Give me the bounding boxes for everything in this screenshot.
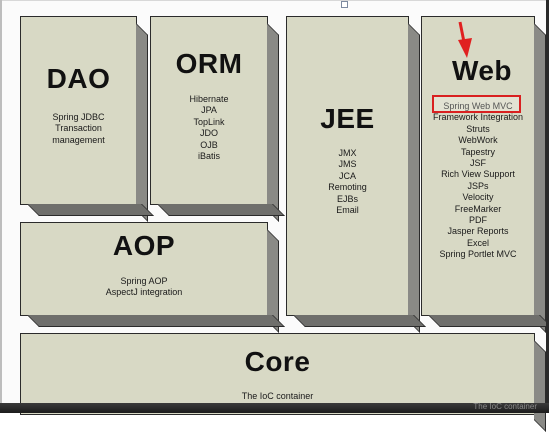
core-items: The IoC container [21,391,534,402]
web-item: Rich View Support [441,169,515,180]
jee-title: JEE [320,103,375,134]
web-item: WebWork [458,135,498,146]
web-item: Spring Portlet MVC [439,249,517,260]
web-item: Velocity [462,192,494,203]
aop-module: AOP Spring AOP AspectJ integration [20,222,285,333]
orm-item: iBatis [197,151,220,162]
dao-module: DAO Spring JDBC Transaction management [20,16,154,222]
orm-module-bottom [157,204,285,216]
highlight-box [432,95,521,113]
web-item: FreeMarker [454,203,502,214]
dao-item: management [52,134,105,145]
web-items: Spring Web MVC Framework Integration Str… [422,101,534,261]
aop-module-bottom [27,315,285,327]
jee-item: JMS [338,159,357,170]
jee-module-side [408,23,420,333]
aop-item: Spring AOP [120,276,168,286]
web-item: JSPs [467,180,489,191]
dao-items: Spring JDBC Transaction management [21,112,136,146]
core-title: Core [244,346,311,377]
jee-item: Email [336,205,359,216]
web-module-bottom [428,315,549,327]
dao-module-bottom [27,204,154,216]
dao-item: Spring JDBC [52,112,105,122]
orm-item: OJB [200,139,218,150]
aop-items: Spring AOP AspectJ integration [21,276,267,299]
dao-item: Transaction [55,123,102,134]
jee-module: JEE JMX JMS JCA Remoting EJBs Email [286,16,426,333]
jee-items: JMX JMS JCA Remoting EJBs Email [287,148,408,216]
ghost-caption: The IoC container [473,402,537,411]
aop-item: AspectJ integration [105,287,183,298]
orm-item: Hibernate [189,94,229,104]
orm-item: TopLink [193,116,225,127]
orm-items: Hibernate JPA TopLink JDO OJB iBatis [151,94,267,162]
jee-item: Remoting [328,182,367,193]
web-item: Framework Integration [432,112,524,123]
web-title: Web [451,55,513,86]
web-module-side [534,23,546,333]
web-item: Tapestry [460,146,495,157]
resize-handle[interactable] [341,1,348,8]
web-item: Excel [466,237,489,248]
orm-item: JPA [201,105,217,116]
web-module: Web Spring Web MVC Framework Integration… [421,16,549,333]
orm-module-side [267,23,279,222]
jee-module-bottom [293,315,426,327]
dao-title: DAO [46,63,111,94]
web-item: Jasper Reports [447,226,509,237]
web-item: Struts [466,123,490,134]
red-arrow-icon [458,21,472,58]
jee-item: EJBs [336,193,358,204]
dao-module-side [136,23,148,222]
orm-item: JDO [200,128,218,139]
core-module-side [534,340,546,432]
jee-item: JMX [338,148,357,158]
jee-item: JCA [338,170,356,181]
web-item: JSF [469,158,486,169]
orm-module: ORM Hibernate JPA TopLink JDO OJB iBatis [150,16,285,222]
web-item: PDF [469,215,487,226]
bottom-scrollbar[interactable]: The IoC container [0,402,549,413]
orm-title: ORM [175,48,243,79]
aop-title: AOP [112,230,176,261]
core-item: The IoC container [241,391,314,401]
window-left-edge [0,0,2,413]
